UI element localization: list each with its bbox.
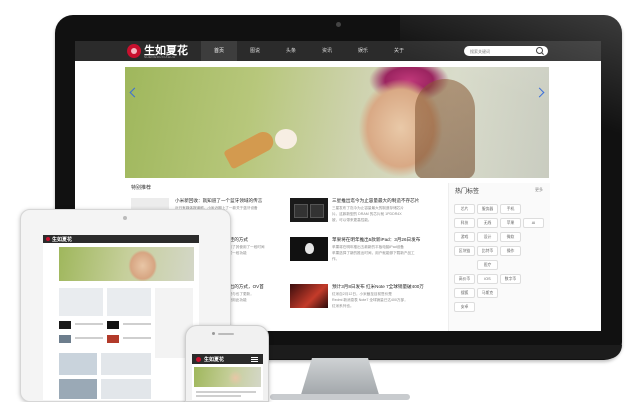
article-excerpt: 和使用此功能	[225, 298, 247, 302]
article-thumb-chip[interactable]	[290, 198, 328, 222]
tag-item[interactable]: 服务器	[477, 204, 498, 214]
tag-item[interactable]: 游戏	[454, 232, 475, 242]
search-icon[interactable]	[536, 47, 543, 54]
article-excerpt: 片。这款新型的 DRAM 的芯片就 1PDDR4X	[332, 212, 402, 216]
article-title[interactable]: 预计3月8日发布 红米Note 7全球销量破400万	[332, 284, 444, 290]
article-excerpt: 大就与也了更新，	[225, 292, 254, 296]
logo-subtext: SHENGRUXIAHUA	[144, 55, 176, 59]
hot-tags-title: 热门标签	[455, 189, 480, 195]
article-excerpt: 作。	[332, 257, 340, 261]
tag-item[interactable]: 比特币	[477, 246, 498, 256]
ipad-text-line	[123, 337, 151, 339]
tag-item[interactable]: 马斯克	[477, 288, 498, 298]
article-title[interactable]: 苹果将在明年推出5款新iPad：3月26日发布	[332, 237, 444, 243]
search-input[interactable]	[470, 47, 530, 55]
chip-icon	[294, 204, 308, 218]
article-title[interactable]: 最佳的方式	[225, 237, 287, 243]
tag-item[interactable]: 医疗	[477, 260, 498, 270]
ipad-thumb[interactable]	[107, 335, 119, 343]
ipad-text-line	[75, 337, 103, 339]
tag-item[interactable]: 安卓	[454, 302, 475, 312]
article-excerpt: 红米系列也。	[332, 304, 354, 308]
article-excerpt: Redmi 新消息表 Note7 全球销量已达400万部，	[332, 298, 408, 302]
tag-item[interactable]: 搜狐	[454, 288, 475, 298]
ipad-screen: 生如夏花	[43, 235, 199, 400]
iphone-camera	[212, 332, 215, 335]
ipad-text-block	[101, 379, 151, 399]
article-excerpt: 三星发布了迄今为止容量最大的制造存储芯片	[332, 206, 404, 210]
ipad-thumb[interactable]	[107, 321, 119, 329]
ipad-top-nav: 生如夏花	[43, 235, 199, 243]
imac-stand	[300, 358, 380, 398]
article-thumb-redmi[interactable]	[290, 284, 328, 308]
logo-flower-icon	[127, 44, 141, 58]
hamburger-menu-icon[interactable]	[251, 357, 258, 358]
article-thumb-apple[interactable]	[290, 237, 328, 261]
iphone-logo-text[interactable]: 生如夏花	[204, 356, 224, 363]
ipad-logo-text[interactable]: 生如夏花	[52, 236, 72, 243]
ipad-camera	[123, 216, 127, 220]
nav-item-news[interactable]: 资讯	[309, 41, 345, 61]
ipad-text-block	[101, 353, 151, 375]
iphone-speaker	[218, 333, 234, 335]
ipad-photo-block[interactable]	[59, 353, 97, 375]
logo-flower-icon	[46, 237, 50, 241]
tag-item[interactable]: 设计	[477, 232, 498, 242]
nav-item-headlines[interactable]: 头条	[273, 41, 309, 61]
logo-flower-icon	[196, 357, 201, 362]
tag-item[interactable]: 区块链	[454, 246, 475, 256]
article-title[interactable]: 透出的方式，OV首	[225, 284, 287, 290]
tag-item[interactable]: 操作	[500, 246, 521, 256]
ipad-article-block[interactable]	[107, 288, 151, 316]
tag-item[interactable]: 数字币	[500, 274, 521, 284]
hero-slider-image[interactable]	[125, 67, 549, 178]
tag-item[interactable]: 科技	[454, 218, 475, 228]
hot-tags-sidebar: 热门标签 更多 芯片 服务器 手机 科技 无线 苹果 AI 游戏 设计 微软 区…	[448, 183, 550, 331]
tag-item[interactable]: 苹果	[500, 218, 521, 228]
ipad-photo-block[interactable]	[59, 379, 97, 399]
ipad-article-block[interactable]	[59, 288, 103, 316]
article-excerpt: 其某一段功能	[225, 251, 247, 255]
apple-logo-icon	[305, 243, 314, 254]
article-excerpt: 发布了其使用了一段时间	[225, 245, 265, 249]
tag-item[interactable]: AI	[523, 218, 544, 228]
tag-item[interactable]: 微软	[500, 232, 521, 242]
article-excerpt: 被，可以带来更高性能。	[332, 218, 372, 222]
tag-item[interactable]: 高价币	[454, 274, 475, 284]
ipad-hero-slider[interactable]	[59, 247, 194, 281]
imac-stand-base	[270, 394, 410, 400]
ipad-text-line	[75, 323, 103, 325]
iphone-screen: 生如夏花	[192, 354, 263, 400]
tags-more-link[interactable]: 更多	[535, 187, 543, 193]
article-excerpt: 苹果选择了新的推出时间，用户就能够下载新产品工	[332, 251, 415, 255]
ipad-thumb[interactable]	[59, 321, 71, 329]
nav-item-about[interactable]: 关于	[381, 41, 417, 61]
nav-item-home[interactable]: 首页	[201, 41, 237, 61]
slider-photo-hair	[415, 79, 475, 178]
slider-photo-icecream	[223, 128, 277, 170]
iphone-hero-slider[interactable]	[194, 367, 261, 387]
tag-item[interactable]: 手机	[500, 204, 521, 214]
iphone-top-nav: 生如夏花	[192, 354, 263, 364]
iphone-text-line	[196, 391, 256, 393]
article-excerpt: 红米自2月12日，小米截至目前售价是	[332, 292, 392, 296]
iphone-text-line	[196, 395, 241, 397]
nav-item-entertainment[interactable]: 娱乐	[345, 41, 381, 61]
tag-item[interactable]: 无线	[477, 218, 498, 228]
top-nav: 生如夏花 SHENGRUXIAHUA 首页 图说 头条 资讯 娱乐 关于	[75, 41, 601, 61]
article-title[interactable]: 三星推出迄今为止容量最大的制造不存芯片	[332, 198, 444, 204]
article-title[interactable]: 小米新回收：就知道了一个蓝牙领域的传言	[175, 198, 287, 204]
tag-item[interactable]: iOS	[477, 274, 498, 284]
nav-item-gallery[interactable]: 图说	[237, 41, 273, 61]
chip-icon	[310, 204, 324, 218]
imac-camera	[336, 22, 341, 27]
tag-item[interactable]: 芯片	[454, 204, 475, 214]
article-excerpt: 苹果将在明年推出五款新的平板电脑iPad设备	[332, 245, 404, 249]
ipad-thumb[interactable]	[59, 335, 71, 343]
slider-photo-cream	[275, 129, 297, 149]
ipad-text-line	[123, 323, 151, 325]
section-title-recommend: 特别推荐	[131, 185, 152, 191]
